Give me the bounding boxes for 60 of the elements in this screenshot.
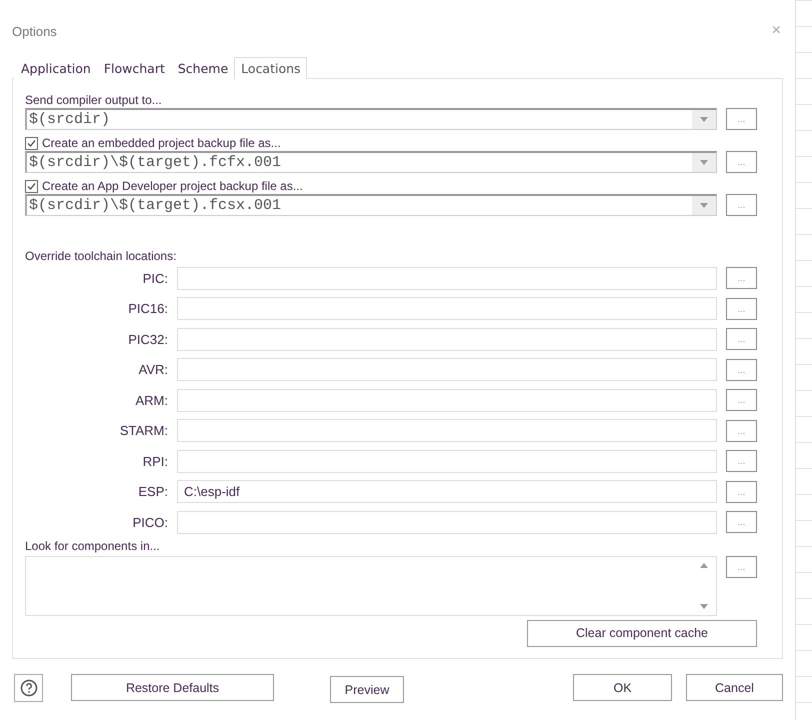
cancel-button[interactable]: Cancel (686, 674, 783, 701)
checkbox[interactable] (25, 180, 38, 192)
path-field[interactable] (177, 297, 717, 320)
path-field[interactable] (177, 510, 717, 534)
browse-button[interactable]: ... (726, 450, 757, 472)
tab[interactable]: Locations (234, 57, 307, 79)
clear-cache-button[interactable]: Clear component cache (527, 620, 757, 646)
preview-button[interactable]: Preview (330, 676, 404, 703)
browse-button[interactable]: ... (726, 151, 757, 173)
path-field[interactable] (177, 388, 717, 412)
window-title: Options (12, 24, 57, 38)
browse-button[interactable]: ... (726, 420, 757, 442)
toolchain-label: ESP: (137, 484, 168, 500)
close-button[interactable]: × (772, 22, 781, 40)
dropdown-button[interactable] (692, 196, 716, 215)
backup-combo[interactable]: $(srcdir)\$(target).fcfx.001 (25, 151, 717, 173)
browse-button[interactable]: ... (726, 108, 757, 130)
output-combo[interactable]: $(srcdir) (25, 108, 717, 130)
path-field[interactable] (177, 358, 717, 382)
browse-button[interactable]: ... (726, 298, 757, 320)
caret-icon[interactable] (700, 160, 708, 165)
backup-combo[interactable]: $(srcdir)\$(target).fcsx.001 (25, 194, 717, 216)
checkbox-label: Create an App Developer project backup file as... (42, 179, 303, 193)
browse-button[interactable]: ... (726, 556, 757, 578)
scroll-up-icon[interactable] (700, 562, 708, 568)
dropdown-button[interactable] (692, 153, 716, 172)
caret-icon[interactable] (700, 117, 708, 122)
browse-button[interactable]: ... (726, 267, 757, 290)
help-icon (20, 678, 38, 696)
field-label: Send compiler output to... (25, 93, 163, 107)
scroll-down-icon[interactable] (700, 604, 708, 608)
ok-button[interactable]: OK (573, 674, 672, 701)
checkbox[interactable] (25, 136, 38, 150)
caret-icon[interactable] (700, 203, 708, 208)
path-field[interactable] (177, 450, 717, 473)
path-field[interactable] (177, 328, 717, 351)
toolchain-label: PICO: (132, 514, 168, 530)
browse-button[interactable]: ... (726, 358, 757, 381)
dropdown-button[interactable] (692, 110, 716, 129)
path-field[interactable] (177, 419, 717, 442)
toolchain-label: PIC32: (127, 332, 168, 347)
toolchain-label: RPI: (142, 454, 168, 469)
components-list[interactable] (25, 556, 717, 616)
section-label: Override toolchain locations: (25, 249, 178, 263)
browse-button[interactable]: ... (726, 389, 757, 412)
help-button[interactable] (14, 674, 43, 702)
browse-button[interactable]: ... (726, 194, 757, 216)
toolchain-label: AVR: (138, 362, 168, 378)
browse-button[interactable]: ... (726, 480, 757, 503)
path-field[interactable]: C:\esp-idf (177, 480, 717, 504)
toolchain-label: STARM: (118, 423, 168, 438)
browse-button[interactable]: ... (726, 328, 757, 350)
restore-defaults-button[interactable]: Restore Defaults (71, 674, 274, 701)
toolchain-label: ARM: (134, 392, 168, 408)
browse-button[interactable]: ... (726, 511, 757, 534)
toolchain-label: PIC16: (127, 301, 168, 316)
checkbox-label: Create an embedded project backup file as... (42, 136, 281, 150)
field-label: Look for components in... (25, 538, 161, 552)
toolchain-label: PIC: (142, 270, 168, 286)
path-field[interactable] (177, 266, 717, 290)
